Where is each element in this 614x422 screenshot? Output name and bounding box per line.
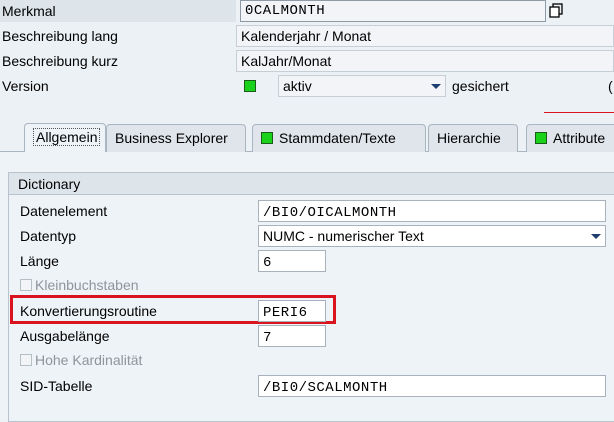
- tab-hierarchie[interactable]: Hierarchie: [428, 124, 518, 152]
- dictionary-title: Dictionary: [18, 176, 81, 192]
- laenge-label: Länge: [20, 253, 59, 269]
- tab-stammdaten-texte[interactable]: Stammdaten/Texte: [252, 124, 426, 152]
- datentyp-label: Datentyp: [20, 228, 77, 244]
- chevron-down-icon: [431, 84, 441, 89]
- tab-attribute-label: Attribute: [553, 130, 606, 146]
- datenelement-field[interactable]: /BI0/OICALMONTH: [258, 200, 606, 222]
- beschreibung-kurz-label: Beschreibung kurz: [2, 53, 118, 69]
- konvertierung-value: PERI6: [263, 305, 308, 321]
- beschreibung-lang-label: Beschreibung lang: [2, 28, 118, 44]
- version-status-icon: [244, 80, 256, 92]
- kleinbuchstaben-checkbox[interactable]: [20, 279, 32, 291]
- konvertierung-field[interactable]: PERI6: [258, 300, 326, 322]
- tab-business-explorer[interactable]: Business Explorer: [106, 124, 246, 152]
- hohe-kardinalitaet-label: Hohe Kardinalität: [35, 352, 143, 368]
- datenelement-value: /BI0/OICALMONTH: [263, 205, 397, 221]
- tab-allgemein-label: Allgemein: [33, 128, 101, 146]
- sid-tabelle-value: /BI0/SCALMONTH: [263, 380, 388, 396]
- right-cut-text: (: [608, 78, 613, 94]
- tab-business-explorer-label: Business Explorer: [115, 130, 228, 146]
- tab-stammdaten-texte-label: Stammdaten/Texte: [279, 130, 396, 146]
- laenge-field[interactable]: 6: [258, 250, 326, 272]
- version-label: Version: [2, 78, 49, 94]
- tab-hierarchie-label: Hierarchie: [437, 130, 501, 146]
- hohe-kardinalitaet-checkbox[interactable]: [20, 354, 32, 366]
- datenelement-label: Datenelement: [20, 203, 108, 219]
- copy-icon[interactable]: [546, 0, 568, 22]
- beschreibung-lang-value: Kalenderjahr / Monat: [241, 28, 371, 44]
- merkmal-value: 0CALMONTH: [245, 3, 326, 19]
- laenge-value: 6: [263, 255, 272, 271]
- red-divider-line: [544, 112, 614, 113]
- beschreibung-kurz-value: KalJahr/Monat: [241, 53, 332, 69]
- version-value: aktiv: [283, 78, 312, 94]
- stammdaten-status-icon: [261, 132, 273, 144]
- attribute-status-icon: [535, 132, 547, 144]
- datentyp-dropdown[interactable]: NUMC - numerischer Text: [258, 225, 606, 247]
- konvertierung-label: Konvertierungsroutine: [20, 303, 157, 319]
- kleinbuchstaben-label: Kleinbuchstaben: [35, 277, 139, 293]
- ausgabelaenge-field[interactable]: 7: [258, 325, 326, 347]
- merkmal-label: Merkmal: [2, 3, 56, 19]
- sid-tabelle-field[interactable]: /BI0/SCALMONTH: [258, 375, 606, 397]
- version-dropdown[interactable]: aktiv: [278, 75, 446, 97]
- datentyp-chevron-down-icon: [591, 234, 601, 239]
- tab-attribute[interactable]: Attribute: [526, 124, 614, 152]
- ausgabelaenge-value: 7: [263, 330, 272, 346]
- ausgabelaenge-label: Ausgabelänge: [20, 328, 110, 344]
- tab-allgemein[interactable]: Allgemein: [24, 123, 106, 153]
- sid-tabelle-label: SID-Tabelle: [20, 378, 93, 394]
- beschreibung-kurz-field[interactable]: KalJahr/Monat: [236, 50, 614, 72]
- merkmal-field[interactable]: 0CALMONTH: [240, 0, 546, 22]
- datentyp-value: NUMC - numerischer Text: [263, 228, 424, 244]
- dictionary-title-bar: [9, 173, 614, 195]
- version-status-text: gesichert: [452, 78, 509, 94]
- beschreibung-lang-field[interactable]: Kalenderjahr / Monat: [236, 25, 614, 47]
